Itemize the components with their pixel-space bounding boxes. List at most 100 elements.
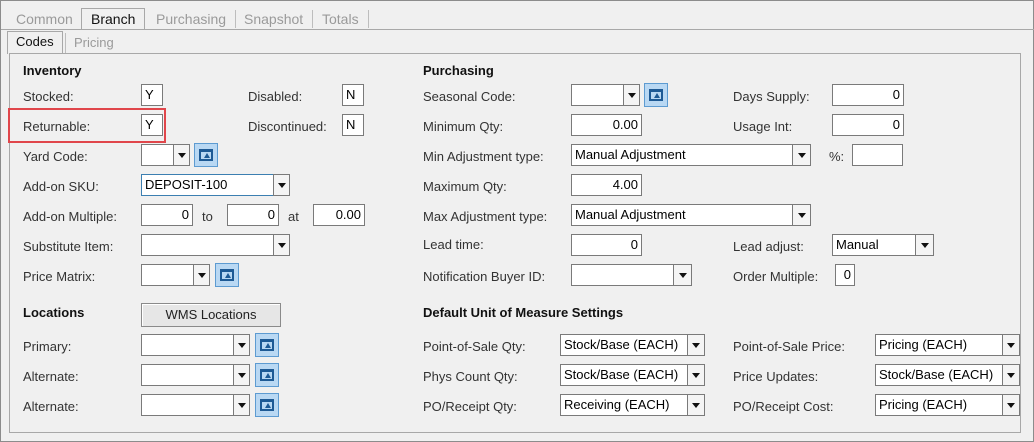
lookup-icon (220, 269, 234, 281)
phys-count-dropdown[interactable] (687, 364, 705, 386)
chevron-down-icon (627, 92, 636, 98)
lead-adjust-label: Lead adjust: (733, 239, 804, 254)
discontinued-field[interactable]: N (342, 114, 364, 136)
po-cost-dropdown[interactable] (1002, 394, 1020, 416)
tab-purchasing[interactable]: Purchasing (147, 10, 237, 28)
yard-code-lookup[interactable] (194, 143, 218, 167)
seasonal-lookup[interactable] (644, 83, 668, 107)
pos-price-field[interactable]: Pricing (EACH) (875, 334, 1003, 356)
alternate1-label: Alternate: (23, 369, 79, 384)
substitute-field[interactable] (141, 234, 274, 256)
order-multiple-field[interactable]: 0 (835, 264, 855, 286)
addon-sku-field[interactable]: DEPOSIT-100 (141, 174, 274, 196)
tab-totals[interactable]: Totals (313, 10, 369, 28)
min-adj-dropdown[interactable] (792, 144, 811, 166)
price-matrix-lookup[interactable] (215, 263, 239, 287)
addon-multiple-at[interactable]: 0.00 (313, 204, 365, 226)
price-matrix-dropdown[interactable] (193, 264, 210, 286)
disabled-field[interactable]: N (342, 84, 364, 106)
chevron-down-icon (237, 402, 246, 408)
min-adj-field[interactable]: Manual Adjustment (571, 144, 793, 166)
phys-count-field[interactable]: Stock/Base (EACH) (560, 364, 688, 386)
wms-locations-button[interactable]: WMS Locations (141, 303, 281, 327)
pos-qty-label: Point-of-Sale Qty: (423, 339, 526, 354)
price-updates-field[interactable]: Stock/Base (EACH) (875, 364, 1003, 386)
alternate1-dropdown[interactable] (233, 364, 250, 386)
seasonal-dropdown[interactable] (623, 84, 640, 106)
lead-adjust-field[interactable]: Manual (832, 234, 916, 256)
lead-adjust-dropdown[interactable] (915, 234, 934, 256)
seasonal-field[interactable] (571, 84, 624, 106)
addon-multiple-from[interactable]: 0 (141, 204, 193, 226)
chevron-down-icon (177, 152, 186, 158)
addon-sku-dropdown[interactable] (273, 174, 290, 196)
phys-count-label: Phys Count Qty: (423, 369, 518, 384)
purchasing-title: Purchasing (423, 63, 494, 78)
chevron-down-icon (692, 342, 700, 348)
po-cost-field[interactable]: Pricing (EACH) (875, 394, 1003, 416)
stocked-field[interactable]: Y (141, 84, 163, 106)
tab-common[interactable]: Common (7, 10, 83, 28)
price-updates-dropdown[interactable] (1002, 364, 1020, 386)
max-adj-dropdown[interactable] (792, 204, 811, 226)
chevron-down-icon (920, 242, 929, 248)
price-updates-label: Price Updates: (733, 369, 819, 384)
yard-code-field[interactable] (141, 144, 174, 166)
primary-field[interactable] (141, 334, 234, 356)
tab-snapshot[interactable]: Snapshot (235, 10, 314, 28)
substitute-label: Substitute Item: (23, 239, 114, 254)
alternate2-lookup[interactable] (255, 393, 279, 417)
pos-qty-field[interactable]: Stock/Base (EACH) (560, 334, 688, 356)
min-qty-field[interactable]: 0.00 (571, 114, 642, 136)
alternate1-lookup[interactable] (255, 363, 279, 387)
po-qty-field[interactable]: Receiving (EACH) (560, 394, 688, 416)
pos-qty-dropdown[interactable] (687, 334, 705, 356)
tab-branch[interactable]: Branch (81, 8, 146, 30)
po-qty-dropdown[interactable] (687, 394, 705, 416)
pos-price-dropdown[interactable] (1002, 334, 1020, 356)
addon-multiple-to[interactable]: 0 (227, 204, 279, 226)
usage-int-field[interactable]: 0 (832, 114, 904, 136)
primary-lookup[interactable] (255, 333, 279, 357)
chevron-down-icon (1007, 342, 1015, 348)
lookup-icon (260, 339, 274, 351)
yard-code-label: Yard Code: (23, 149, 88, 164)
notif-buyer-dropdown[interactable] (673, 264, 692, 286)
disabled-label: Disabled: (248, 89, 303, 104)
chevron-down-icon (277, 242, 286, 248)
price-matrix-field[interactable] (141, 264, 194, 286)
chevron-down-icon (678, 272, 687, 278)
at-label: at (288, 209, 299, 224)
chevron-down-icon (277, 182, 286, 188)
chevron-down-icon (797, 152, 806, 158)
lead-time-field[interactable]: 0 (571, 234, 642, 256)
pct-field[interactable] (852, 144, 903, 166)
notif-buyer-field[interactable] (571, 264, 674, 286)
max-qty-label: Maximum Qty: (423, 179, 507, 194)
substitute-dropdown[interactable] (273, 234, 290, 256)
lead-time-label: Lead time: (423, 237, 484, 252)
primary-dropdown[interactable] (233, 334, 250, 356)
lookup-icon (199, 149, 213, 161)
max-adj-field[interactable]: Manual Adjustment (571, 204, 793, 226)
subtab-pricing[interactable]: Pricing (65, 33, 122, 53)
chevron-down-icon (692, 372, 700, 378)
chevron-down-icon (237, 342, 246, 348)
addon-multiple-label: Add-on Multiple: (23, 209, 117, 224)
chevron-down-icon (237, 372, 246, 378)
chevron-down-icon (197, 272, 206, 278)
addon-sku-label: Add-on SKU: (23, 179, 99, 194)
returnable-field[interactable]: Y (141, 114, 163, 136)
min-qty-label: Minimum Qty: (423, 119, 504, 134)
order-multiple-label: Order Multiple: (733, 269, 819, 284)
alternate1-field[interactable] (141, 364, 234, 386)
chevron-down-icon (1007, 372, 1015, 378)
days-supply-field[interactable]: 0 (832, 84, 904, 106)
tab-divider (1, 29, 1034, 30)
max-qty-field[interactable]: 4.00 (571, 174, 642, 196)
subtab-codes[interactable]: Codes (7, 31, 63, 54)
yard-code-dropdown[interactable] (173, 144, 190, 166)
window-frame: Common Branch Purchasing Snapshot Totals… (0, 0, 1034, 442)
alternate2-dropdown[interactable] (233, 394, 250, 416)
alternate2-field[interactable] (141, 394, 234, 416)
